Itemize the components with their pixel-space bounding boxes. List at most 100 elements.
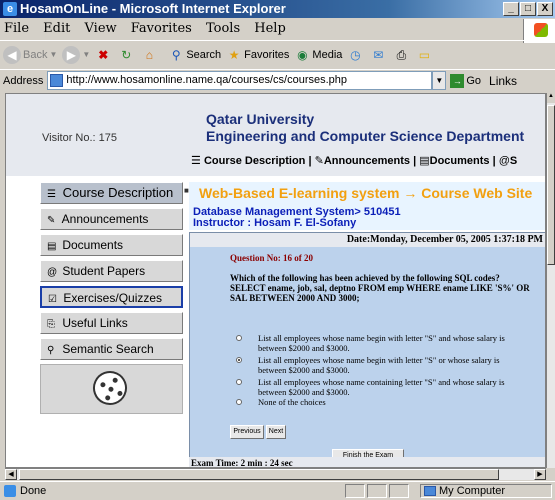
page-done-icon bbox=[4, 485, 16, 497]
history-button[interactable]: ◷ bbox=[347, 47, 365, 63]
print-icon: ⎙ bbox=[396, 47, 407, 62]
link-icon: ⎘ bbox=[47, 319, 55, 330]
menu-view[interactable]: View bbox=[85, 21, 117, 36]
topnav-announcements[interactable]: Announcements bbox=[324, 155, 410, 167]
radio-option-4[interactable] bbox=[236, 399, 242, 405]
sidebar-item-course-description[interactable]: ☰ Course Description bbox=[40, 182, 183, 204]
home-button[interactable]: ⌂ bbox=[141, 47, 159, 63]
go-button[interactable]: → Go bbox=[450, 73, 481, 88]
search-button[interactable]: ⚲ Search bbox=[168, 47, 221, 63]
topnav-student-papers[interactable]: S bbox=[510, 155, 517, 167]
computer-icon bbox=[424, 486, 436, 496]
next-button[interactable]: Next bbox=[266, 425, 286, 439]
sidebar: ☰ Course Description ✎ Announcements ▤ D… bbox=[40, 182, 183, 414]
minimize-button[interactable]: _ bbox=[503, 2, 519, 16]
list-icon: ☰ bbox=[47, 189, 56, 200]
go-arrow-icon: → bbox=[450, 73, 465, 88]
stop-button[interactable]: ✖ bbox=[95, 47, 113, 63]
stop-icon: ✖ bbox=[98, 47, 109, 62]
refresh-icon: ↻ bbox=[121, 47, 132, 62]
forward-button[interactable]: ▶ ▼ bbox=[62, 45, 90, 64]
star-icon: ★ bbox=[228, 47, 240, 62]
radio-option-2[interactable] bbox=[236, 357, 242, 363]
media-button[interactable]: ◉ Media bbox=[294, 47, 342, 63]
forward-arrow-icon: ▶ bbox=[62, 45, 81, 64]
menu-favorites[interactable]: Favorites bbox=[131, 21, 192, 36]
address-label: Address bbox=[3, 74, 44, 87]
sidebar-item-student-papers[interactable]: @ Student Papers bbox=[40, 260, 183, 282]
menu-file[interactable]: File bbox=[4, 21, 29, 36]
menu-help[interactable]: Help bbox=[254, 21, 286, 36]
sidebar-item-exercises-quizzes[interactable]: ☑ Exercises/Quizzes bbox=[40, 286, 183, 308]
exam-panel: Date:Monday, December 05, 2005 1:37:18 P… bbox=[189, 232, 545, 462]
sidebar-item-useful-links[interactable]: ⎘ Useful Links bbox=[40, 312, 183, 334]
status-panels bbox=[345, 484, 411, 498]
history-icon: ◷ bbox=[350, 47, 361, 62]
scroll-right-icon[interactable]: ▶ bbox=[534, 469, 546, 480]
course-banner: Web-Based E-learning system → Course Web… bbox=[189, 182, 545, 230]
sidebar-item-documents[interactable]: ▤ Documents bbox=[40, 234, 183, 256]
horizontal-scroll-thumb[interactable] bbox=[19, 469, 499, 480]
favorites-button[interactable]: ★ Favorites bbox=[226, 47, 290, 63]
toolbar: ◀ Back ▼ ▶ ▼ ✖ ↻ ⌂ ⚲ Search ★ Favorites … bbox=[0, 40, 555, 68]
security-zone: My Computer bbox=[420, 484, 552, 498]
print-button[interactable]: ⎙ bbox=[393, 47, 411, 63]
university-name: Qatar University bbox=[206, 111, 315, 127]
menu-tools[interactable]: Tools bbox=[206, 21, 240, 36]
radio-option-3[interactable] bbox=[236, 379, 242, 385]
media-icon: ◉ bbox=[297, 47, 308, 62]
question-number: Question No: 16 of 20 bbox=[230, 253, 313, 263]
refresh-button[interactable]: ↻ bbox=[118, 47, 136, 63]
edit-button[interactable]: ▭ bbox=[416, 47, 434, 63]
home-icon: ⌂ bbox=[145, 47, 153, 62]
topnav-documents[interactable]: Documents bbox=[430, 155, 490, 167]
system-title: Web-Based E-learning system → Course Web… bbox=[199, 185, 533, 201]
page-viewport: Visitor No.: 175 Qatar University Engine… bbox=[5, 93, 546, 468]
topnav-course-description[interactable]: Course Description bbox=[204, 155, 305, 167]
vertical-scrollbar[interactable]: ▲ bbox=[546, 93, 555, 468]
folder-icon: ▭ bbox=[418, 47, 431, 62]
horizontal-scrollbar[interactable]: ◀ ▶ bbox=[5, 468, 546, 480]
paper-icon: @ bbox=[47, 267, 58, 278]
instructor-name: Instructor : Hosam F. El-Sofany bbox=[193, 217, 357, 229]
back-button[interactable]: ◀ Back ▼ bbox=[3, 45, 57, 64]
document-icon: ▤ bbox=[47, 241, 57, 252]
radio-option-1[interactable] bbox=[236, 335, 242, 341]
sidebar-item-announcements[interactable]: ✎ Announcements bbox=[40, 208, 183, 230]
back-arrow-icon: ◀ bbox=[3, 45, 21, 64]
page-icon bbox=[50, 74, 64, 87]
edit-icon: ✎ bbox=[314, 155, 324, 167]
sidebar-item-semantic-search[interactable]: ⚲ Semantic Search bbox=[40, 338, 183, 360]
title-bar: e HosamOnLine - Microsoft Internet Explo… bbox=[0, 0, 555, 18]
previous-button[interactable]: Previous bbox=[230, 425, 264, 439]
window-title: HosamOnLine - Microsoft Internet Explore… bbox=[20, 1, 286, 16]
maximize-button[interactable]: □ bbox=[520, 2, 536, 16]
ie-icon: e bbox=[3, 2, 17, 16]
address-dropdown[interactable]: ▼ bbox=[432, 71, 447, 90]
scroll-up-icon[interactable]: ▲ bbox=[547, 93, 555, 103]
top-navigation: ☰ Course Description | ✎Announcements | … bbox=[191, 155, 518, 167]
status-text: Done bbox=[4, 482, 46, 500]
address-input[interactable]: http://www.hosamonline.name.qa/courses/c… bbox=[47, 71, 433, 90]
vertical-scroll-thumb[interactable] bbox=[547, 105, 555, 265]
dice-logo-icon bbox=[88, 366, 132, 410]
status-bar: Done My Computer bbox=[0, 481, 555, 499]
edit-icon: ✎ bbox=[47, 215, 56, 226]
mail-icon: ✉ bbox=[373, 47, 384, 62]
exam-timer: Exam Time: 2 min : 24 sec bbox=[189, 457, 545, 467]
menu-edit[interactable]: Edit bbox=[43, 21, 70, 36]
scroll-left-icon[interactable]: ◀ bbox=[5, 469, 17, 480]
page-title: Qatar University Engineering and Compute… bbox=[206, 111, 524, 145]
mail-button[interactable]: ✉ bbox=[370, 47, 388, 63]
exam-date: Date:Monday, December 05, 2005 1:37:18 P… bbox=[190, 233, 545, 247]
address-bar: Address http://www.hosamonline.name.qa/c… bbox=[0, 69, 555, 91]
window-controls: _ □ X bbox=[502, 2, 553, 16]
question-text: Which of the following has been achieved… bbox=[230, 273, 530, 303]
department-name: Engineering and Computer Science Departm… bbox=[206, 128, 525, 144]
search-icon: ⚲ bbox=[47, 345, 55, 356]
address-url: http://www.hosamonline.name.qa/courses/c… bbox=[66, 74, 348, 86]
checkbox-icon: ☑ bbox=[48, 294, 57, 305]
paper-icon: @ bbox=[498, 155, 510, 167]
close-button[interactable]: X bbox=[537, 2, 553, 16]
links-button[interactable]: Links bbox=[489, 74, 517, 88]
